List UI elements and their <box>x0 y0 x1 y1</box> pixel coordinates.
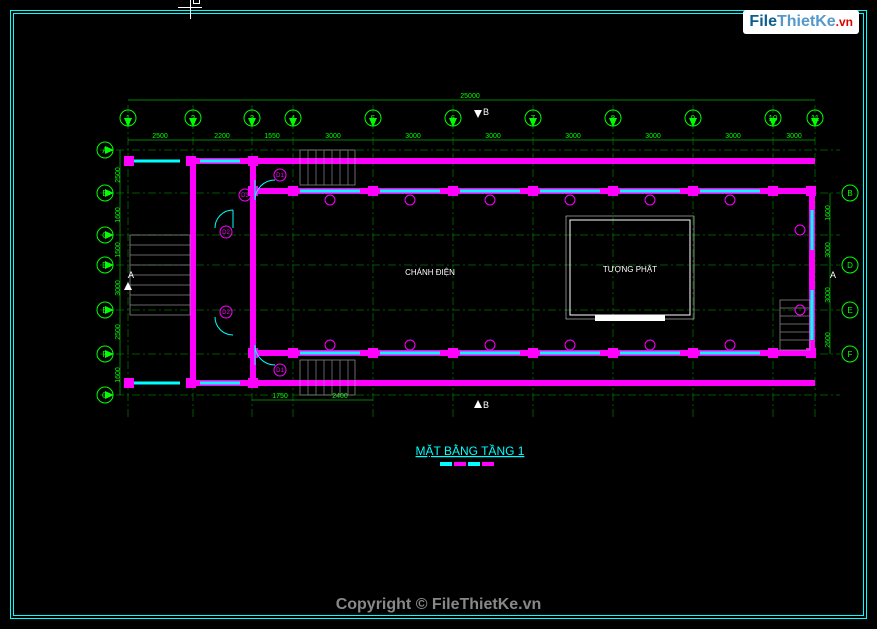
svg-text:A: A <box>830 270 836 280</box>
stair-east <box>780 300 810 350</box>
grid-bubbles-rows: A B C D E F G <box>97 142 114 403</box>
svg-text:2500: 2500 <box>115 167 122 183</box>
svg-text:3000: 3000 <box>115 280 122 296</box>
svg-text:D2: D2 <box>222 230 230 236</box>
dimensions-left: 2500 1600 1500 3000 2500 1600 <box>115 150 122 395</box>
dimensions-top: 25000 2500 2200 1550 3000 3000 3000 3000… <box>128 93 815 140</box>
title-scale-bar <box>440 462 494 466</box>
svg-text:E: E <box>847 306 852 315</box>
svg-text:1600: 1600 <box>115 367 122 383</box>
svg-text:3000: 3000 <box>786 133 802 140</box>
svg-text:1600: 1600 <box>115 207 122 223</box>
svg-text:3000: 3000 <box>405 133 421 140</box>
stairs <box>130 150 810 395</box>
doors <box>215 180 275 365</box>
floor-plan-canvas: 1 2 3 4 5 6 7 8 9 10 11 A B C D E F G B … <box>0 0 877 629</box>
dim-total-width: 25000 <box>460 93 480 100</box>
svg-text:2600: 2600 <box>825 332 832 348</box>
svg-text:3000: 3000 <box>325 133 341 140</box>
stair-sw <box>300 360 355 395</box>
svg-text:A: A <box>128 270 134 280</box>
svg-text:1600: 1600 <box>825 205 832 221</box>
svg-text:3000: 3000 <box>825 242 832 258</box>
svg-text:D1: D1 <box>276 368 284 374</box>
svg-text:3000: 3000 <box>725 133 741 140</box>
stair-nw <box>300 150 355 185</box>
callouts: D1 D3 D2 D2 D1 <box>220 169 805 376</box>
svg-text:B: B <box>847 189 852 198</box>
svg-text:F: F <box>848 350 853 359</box>
svg-text:3000: 3000 <box>645 133 661 140</box>
grid-bubbles-rows-right: B D E F <box>842 185 858 362</box>
svg-text:D3: D3 <box>241 193 249 199</box>
grid-bubbles-cols: 1 2 3 4 5 6 7 8 9 10 11 <box>120 110 823 127</box>
svg-text:1550: 1550 <box>264 133 280 140</box>
stair-west <box>130 235 190 315</box>
svg-text:D1: D1 <box>276 173 284 179</box>
svg-text:3000: 3000 <box>825 287 832 303</box>
drawing-title: MẶT BẰNG TẦNG 1 <box>416 443 525 458</box>
svg-text:B: B <box>483 107 489 117</box>
svg-text:1500: 1500 <box>115 242 122 258</box>
room-label-altar: TƯỢNG PHẬT <box>603 265 657 274</box>
section-markers: A A B B <box>124 107 836 410</box>
svg-text:B: B <box>483 400 489 410</box>
grid-vertical <box>128 105 815 420</box>
wall-openings <box>132 161 812 383</box>
svg-text:3000: 3000 <box>565 133 581 140</box>
svg-text:2500: 2500 <box>152 133 168 140</box>
svg-text:2200: 2200 <box>214 133 230 140</box>
svg-text:1750: 1750 <box>272 393 288 400</box>
grid-horizontal <box>100 150 840 395</box>
room-label-main: CHÁNH ĐIỆN <box>405 268 455 277</box>
svg-text:D: D <box>847 261 853 270</box>
copyright-notice: Copyright © FileThietKe.vn <box>0 596 877 614</box>
svg-text:2500: 2500 <box>115 324 122 340</box>
svg-text:D2: D2 <box>222 310 230 316</box>
svg-text:3000: 3000 <box>485 133 501 140</box>
